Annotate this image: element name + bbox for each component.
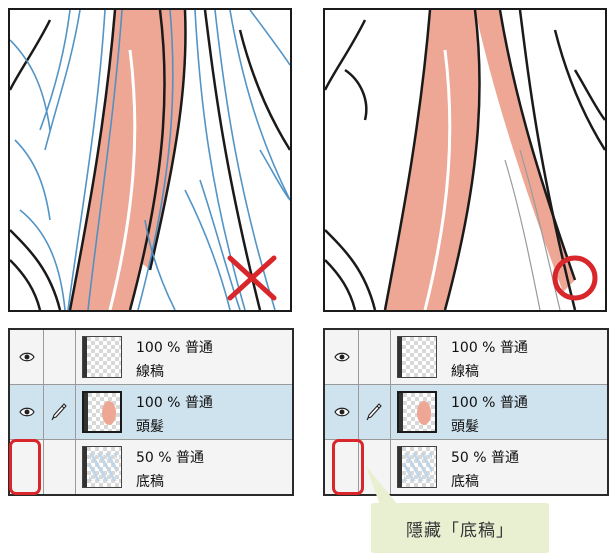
callout-pointer — [366, 466, 398, 505]
hide-sketch-callout: 隱藏「底稿」 — [371, 503, 549, 553]
